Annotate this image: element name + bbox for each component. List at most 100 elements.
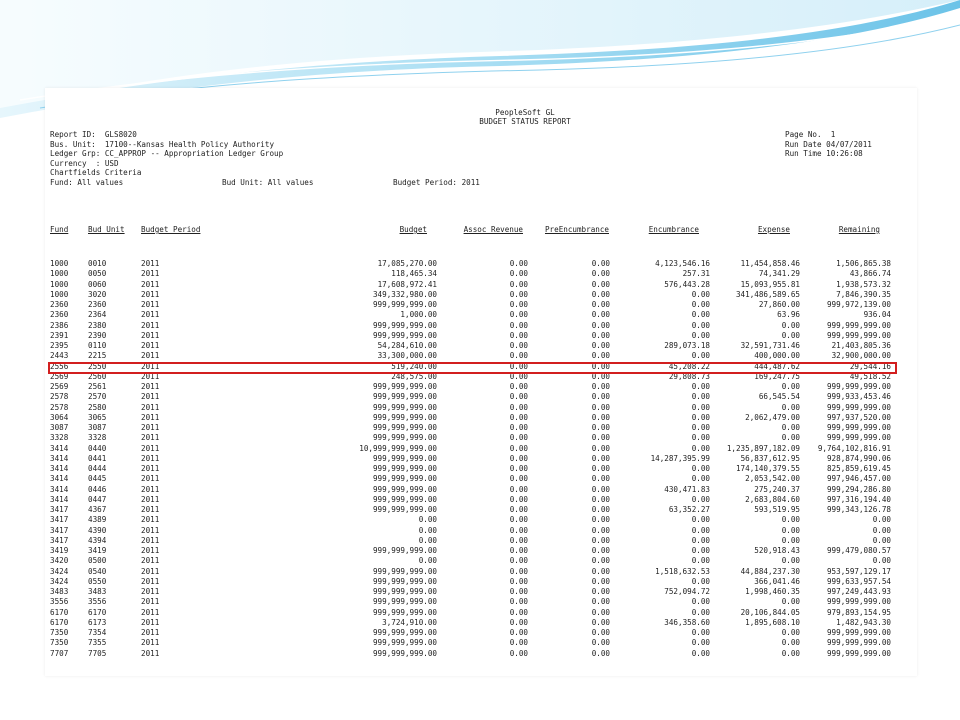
table-row: 3414 0446 2011 999,999,999.00 0.00 0.00 430,47… — [45, 485, 917, 495]
cell-bud-unit: 0540 — [88, 566, 107, 576]
col-header-budget: Budget — [399, 225, 427, 234]
cell-preencumbrance: 0.00 — [591, 310, 610, 320]
cell-preencumbrance: 0.00 — [591, 515, 610, 525]
cell-bud-unit: 3087 — [88, 423, 107, 432]
cell-budget-period: 2011 — [141, 382, 160, 391]
cell-preencumbrance: 0.00 — [591, 289, 610, 299]
cell-assoc-revenue: 0.00 — [509, 412, 528, 422]
cell-fund: 2386 — [50, 320, 69, 330]
cell-assoc-revenue: 0.00 — [509, 402, 528, 412]
cell-remaining: 936.04 — [863, 310, 891, 320]
cell-preencumbrance: 0.00 — [591, 279, 610, 289]
cell-preencumbrance: 0.00 — [591, 330, 610, 340]
cell-assoc-revenue: 0.00 — [509, 617, 528, 627]
cell-remaining: 999,999,999.00 — [826, 597, 891, 607]
cell-bud-unit: 6173 — [88, 617, 107, 627]
table-row: 7707 7705 2011 999,999,999.00 0.00 0.00 0.00 0.… — [45, 649, 917, 659]
cell-budget-period: 2011 — [141, 505, 160, 514]
cell-budget-period: 2011 — [141, 546, 160, 555]
cell-bud-unit: 0446 — [88, 484, 107, 494]
cell-assoc-revenue: 0.00 — [509, 320, 528, 330]
table-row: 3417 4390 2011 0.00 0.00 0.00 0.00 0.00 0.00 — [45, 526, 917, 536]
cell-assoc-revenue: 0.00 — [509, 505, 528, 514]
cell-fund: 6170 — [50, 607, 69, 617]
cell-assoc-revenue: 0.00 — [509, 648, 528, 658]
cell-assoc-revenue: 0.00 — [509, 330, 528, 340]
cell-preencumbrance: 0.00 — [591, 269, 610, 279]
cell-preencumbrance: 0.00 — [591, 576, 610, 586]
cell-bud-unit: 2380 — [88, 320, 107, 330]
cell-fund: 3417 — [50, 505, 69, 514]
cell-budget: 999,999,999.00 — [372, 494, 437, 504]
cell-assoc-revenue: 0.00 — [509, 351, 528, 361]
cell-bud-unit: 7354 — [88, 628, 107, 637]
cell-fund: 2569 — [50, 382, 69, 391]
cell-budget: 999,999,999.00 — [372, 412, 437, 422]
cell-assoc-revenue: 0.00 — [509, 392, 528, 402]
cell-bud-unit: 0550 — [88, 576, 107, 586]
cell-fund: 2360 — [50, 300, 69, 309]
table-row: 3420 0500 2011 0.00 0.00 0.00 0.00 0.00 0.00 — [45, 556, 917, 566]
col-header-bud-unit: Bud Unit — [88, 225, 125, 234]
cell-remaining: 0.00 — [872, 515, 891, 525]
cell-assoc-revenue: 0.00 — [509, 566, 528, 576]
table-row: 3424 0550 2011 999,999,999.00 0.00 0.00 0.00 36… — [45, 577, 917, 587]
cell-assoc-revenue: 0.00 — [509, 453, 528, 463]
cell-remaining: 999,999,999.00 — [826, 320, 891, 330]
cell-remaining: 9,764,102,816.91 — [817, 443, 891, 453]
cell-bud-unit: 0500 — [88, 556, 107, 566]
cell-budget-period: 2011 — [141, 464, 160, 473]
cell-remaining: 999,343,126.78 — [826, 505, 891, 514]
cell-budget-period: 2011 — [141, 494, 160, 504]
cell-budget: 999,999,999.00 — [372, 597, 437, 607]
report-id: Report ID: GLS8020 — [50, 130, 137, 139]
table-row: 2395 0110 2011 54,284,610.00 0.00 0.00 289,073… — [45, 341, 917, 351]
cell-budget-period: 2011 — [141, 628, 160, 637]
cell-preencumbrance: 0.00 — [591, 617, 610, 627]
cell-assoc-revenue: 0.00 — [509, 279, 528, 289]
cell-fund: 3419 — [50, 546, 69, 555]
cell-budget-period: 2011 — [141, 566, 160, 576]
cell-fund: 3417 — [50, 525, 69, 535]
cell-remaining: 999,999,999.00 — [826, 638, 891, 648]
table-row: 3064 3065 2011 999,999,999.00 0.00 0.00 0.00 2,… — [45, 413, 917, 423]
col-header-remaining: Remaining — [838, 225, 880, 234]
cell-budget: 1,000.00 — [400, 310, 437, 320]
table-row: 3556 3556 2011 999,999,999.00 0.00 0.00 0.00 0.… — [45, 597, 917, 607]
cell-bud-unit: 0060 — [88, 279, 107, 289]
cell-assoc-revenue: 0.00 — [509, 464, 528, 473]
table-row: 1000 3020 2011 349,332,980.00 0.00 0.00 0.00 34… — [45, 290, 917, 300]
cell-assoc-revenue: 0.00 — [509, 300, 528, 309]
cell-remaining: 979,893,154.95 — [826, 607, 891, 617]
cell-remaining: 999,972,139.00 — [826, 300, 891, 309]
cell-assoc-revenue: 0.00 — [509, 289, 528, 299]
cell-fund: 3414 — [50, 484, 69, 494]
cell-bud-unit: 7705 — [88, 648, 107, 658]
cell-remaining: 999,999,999.00 — [826, 402, 891, 412]
cell-assoc-revenue: 0.00 — [509, 607, 528, 617]
cell-budget-period: 2011 — [141, 638, 160, 648]
cell-fund: 3414 — [50, 494, 69, 504]
cell-bud-unit: 4394 — [88, 535, 107, 545]
cell-remaining: 999,933,453.46 — [826, 392, 891, 402]
cell-budget-period: 2011 — [141, 330, 160, 340]
cell-budget: 999,999,999.00 — [372, 402, 437, 412]
cell-budget-period: 2011 — [141, 392, 160, 402]
cell-preencumbrance: 0.00 — [591, 494, 610, 504]
table-row: 2578 2580 2011 999,999,999.00 0.00 0.00 0.00 0.… — [45, 403, 917, 413]
cell-budget-period: 2011 — [141, 259, 160, 268]
cell-budget-period: 2011 — [141, 617, 160, 627]
cell-budget: 999,999,999.00 — [372, 464, 437, 473]
cell-bud-unit: 3556 — [88, 597, 107, 607]
cell-assoc-revenue: 0.00 — [509, 587, 528, 596]
cell-budget: 999,999,999.00 — [372, 566, 437, 576]
cell-budget-period: 2011 — [141, 515, 160, 525]
cell-budget-period: 2011 — [141, 351, 160, 361]
cell-budget-period: 2011 — [141, 443, 160, 453]
cell-preencumbrance: 0.00 — [591, 412, 610, 422]
table-row: 1000 0060 2011 17,608,972.41 0.00 0.00 576,443… — [45, 280, 917, 290]
cell-bud-unit: 3483 — [88, 587, 107, 596]
cell-bud-unit: 6170 — [88, 607, 107, 617]
cell-budget-period: 2011 — [141, 576, 160, 586]
business-unit: Bus. Unit: 17100--Kansas Health Policy A… — [50, 139, 275, 149]
